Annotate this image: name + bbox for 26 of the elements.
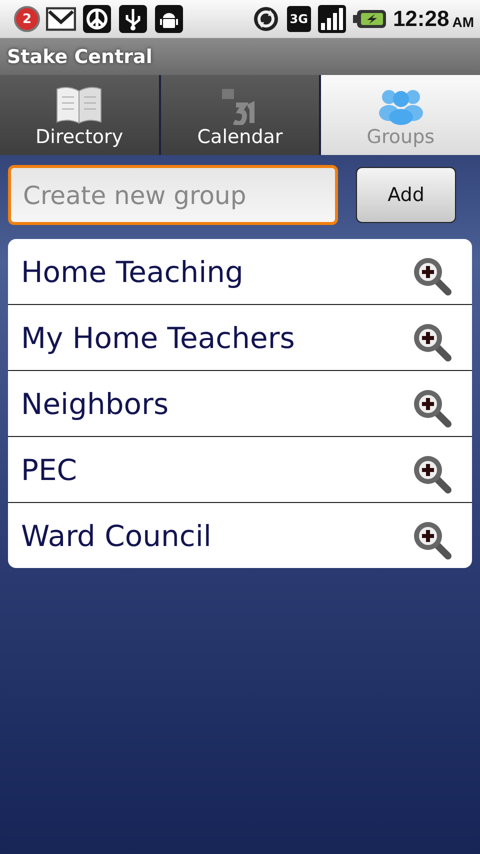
group-item[interactable]: Home Teaching [8,239,472,305]
clock-meridiem: AM [452,14,474,30]
group-item[interactable]: My Home Teachers [8,305,472,371]
clock-time: 12:28 [392,6,450,32]
group-item[interactable]: PEC [8,437,472,503]
window-title: Stake Central [7,46,152,68]
group-name: Ward Council [21,518,212,552]
group-name: Neighbors [21,386,169,420]
signal-icon [316,5,347,33]
group-name-field[interactable]: Create new group [8,165,338,225]
mail-icon [46,5,76,33]
peace-icon [82,5,112,33]
group-item[interactable]: Neighbors [8,371,472,437]
battery-icon [352,7,387,31]
group-item[interactable]: Ward Council [8,503,472,568]
add-button[interactable]: Add [356,167,456,223]
network-indicator: 3G [286,6,311,32]
group-name: Home Teaching [21,254,244,288]
notification-badge: 2 [14,6,40,32]
group-name: My Home Teachers [21,320,295,354]
usb-icon [118,5,148,33]
tab[interactable]: Calendar [160,75,322,155]
group-name: PEC [21,452,78,486]
android-icon [154,5,184,33]
tab[interactable]: Directory [0,75,161,155]
book-icon [55,85,104,125]
